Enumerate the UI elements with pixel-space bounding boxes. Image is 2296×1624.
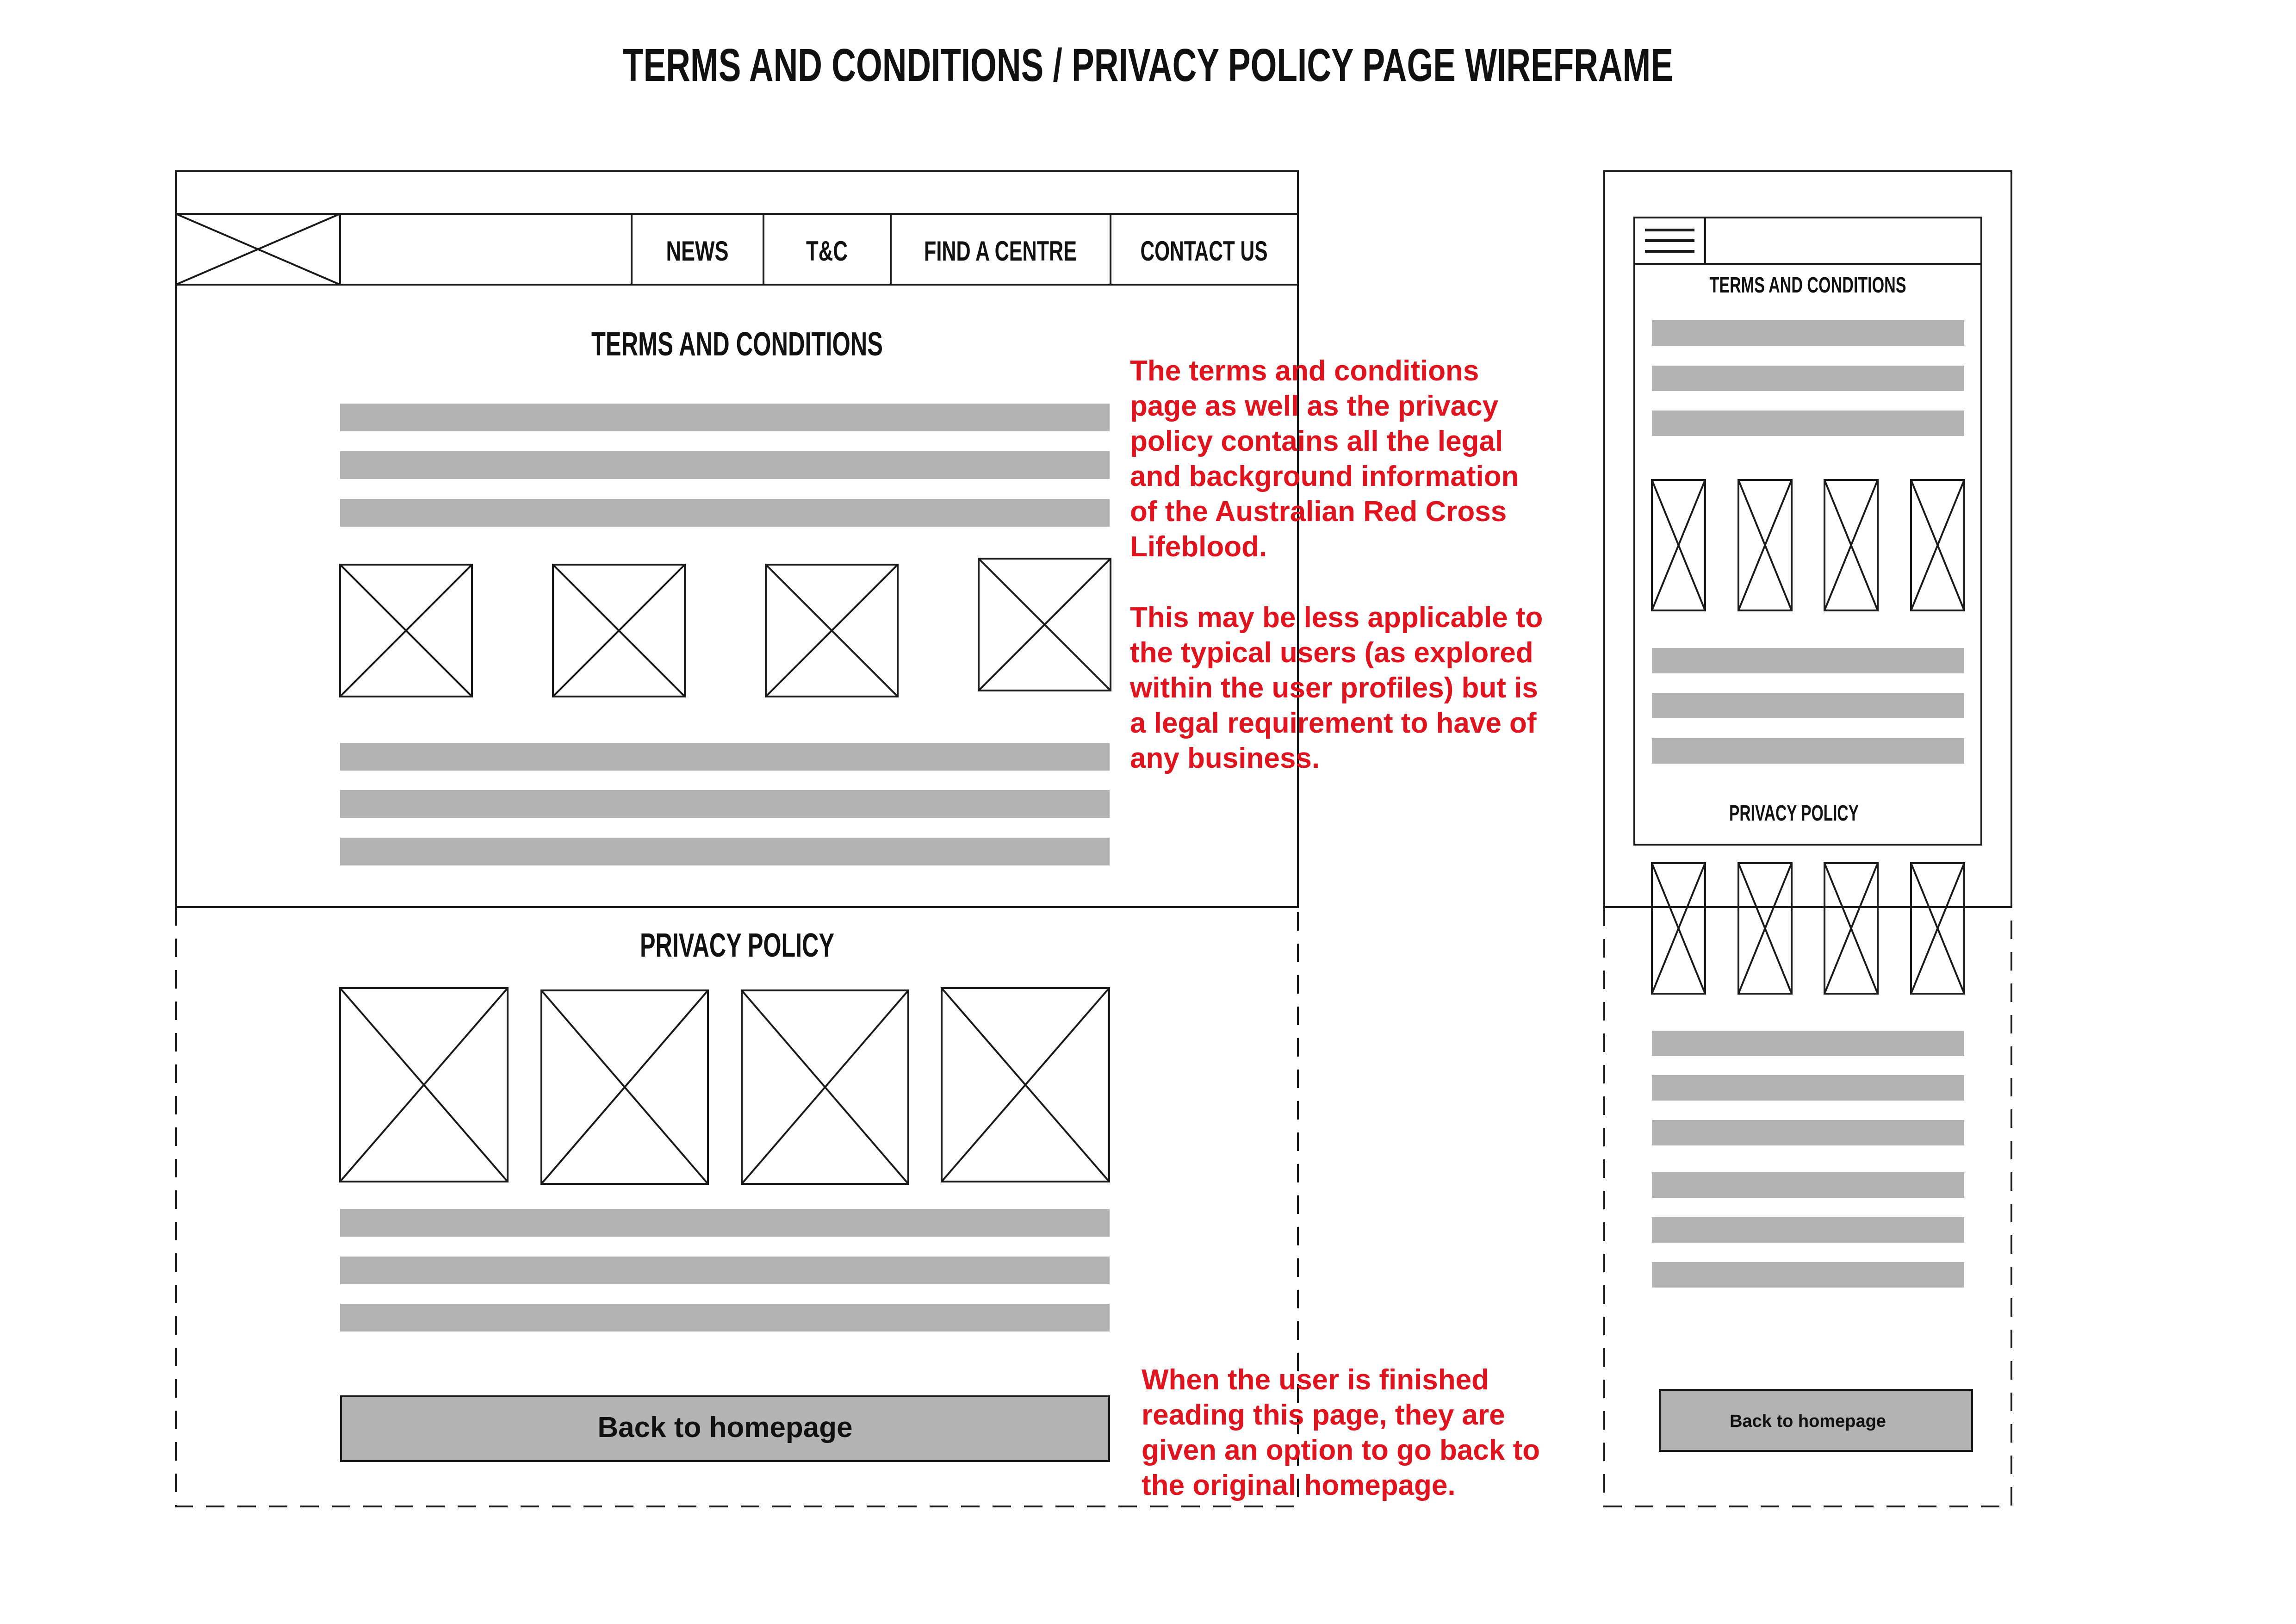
image-placeholder-icon: [1651, 862, 1706, 995]
annotation-line: This may be less applicable to: [1130, 602, 1543, 634]
desktop-terms-text-block-2: [340, 743, 1110, 865]
annotation-note-3: When the user is finished reading this p…: [1142, 1364, 1540, 1501]
annotation-line: When the user is finished: [1142, 1364, 1489, 1396]
text-placeholder-line: [1652, 693, 1964, 718]
annotation-line: page as well as the privacy: [1130, 390, 1499, 422]
text-placeholder-line: [1652, 411, 1964, 436]
logo-placeholder-icon[interactable]: [175, 213, 341, 286]
annotation-note-2: This may be less applicable to the typic…: [1129, 602, 1543, 774]
desktop-privacy-text-block: [340, 1209, 1110, 1332]
text-placeholder-line: [340, 451, 1110, 479]
page-title: TERMS AND CONDITIONS / PRIVACY POLICY PA…: [623, 39, 1673, 91]
image-placeholder-icon: [1824, 862, 1879, 995]
annotation-line: within the user profiles) but is: [1129, 672, 1538, 704]
mobile-back-to-homepage-button[interactable]: Back to homepage: [1659, 1389, 1973, 1452]
image-placeholder-icon: [941, 987, 1110, 1182]
image-placeholder-icon: [552, 564, 686, 697]
nav-item-news[interactable]: NEWS: [666, 236, 729, 267]
desktop-back-button-label: Back to homepage: [597, 1412, 852, 1444]
mobile-privacy-images: [1651, 862, 1965, 995]
text-placeholder-line: [340, 1304, 1110, 1332]
image-placeholder-icon: [1910, 479, 1965, 611]
image-placeholder-icon: [741, 989, 909, 1185]
text-placeholder-line: [1652, 1262, 1964, 1288]
text-placeholder-line: [340, 743, 1110, 771]
annotation-line: a legal requirement to have of: [1130, 707, 1537, 739]
desktop-nav: NEWS T&C FIND A CENTRE CONTACT US: [666, 236, 1268, 267]
mobile-privacy-text-block: [1652, 1031, 1964, 1288]
annotation-line: The terms and conditions: [1130, 355, 1479, 387]
annotation-line: Lifeblood.: [1130, 531, 1267, 563]
annotation-line: the original homepage.: [1142, 1469, 1456, 1501]
annotation-line: the typical users (as explored: [1130, 637, 1533, 669]
text-placeholder-line: [1652, 366, 1964, 391]
text-placeholder-line: [1652, 648, 1964, 673]
wireframe-canvas: TERMS AND CONDITIONS / PRIVACY POLICY PA…: [175, 39, 2012, 1507]
annotation-line: of the Australian Red Cross: [1130, 496, 1507, 528]
text-placeholder-line: [1652, 320, 1964, 346]
image-placeholder-icon: [540, 989, 709, 1185]
mobile-terms-images: [1651, 479, 1965, 611]
text-placeholder-line: [340, 499, 1110, 527]
nav-item-find-a-centre[interactable]: FIND A CENTRE: [924, 236, 1077, 267]
image-placeholder-icon: [1738, 862, 1793, 995]
image-placeholder-icon: [339, 987, 509, 1182]
text-placeholder-line: [1652, 1217, 1964, 1243]
nav-item-tc[interactable]: T&C: [806, 236, 848, 267]
image-placeholder-icon: [1824, 479, 1879, 611]
image-placeholder-icon: [1910, 862, 1965, 995]
image-placeholder-icon: [339, 564, 473, 697]
image-placeholder-icon: [765, 564, 899, 697]
text-placeholder-line: [1652, 1172, 1964, 1198]
nav-item-contact-us[interactable]: CONTACT US: [1141, 236, 1268, 267]
desktop-terms-images: [339, 558, 1111, 697]
image-placeholder-icon: [978, 558, 1111, 691]
text-placeholder-line: [340, 1209, 1110, 1237]
mobile-terms-heading: TERMS AND CONDITIONS: [1710, 273, 1906, 298]
annotation-line: policy contains all the legal: [1130, 425, 1503, 457]
image-placeholder-icon: [1651, 479, 1706, 611]
text-placeholder-line: [340, 838, 1110, 865]
mobile-terms-text-block-2: [1652, 648, 1964, 764]
text-placeholder-line: [340, 790, 1110, 818]
desktop-back-to-homepage-button[interactable]: Back to homepage: [340, 1395, 1110, 1462]
desktop-terms-text-block-1: [340, 404, 1110, 527]
desktop-terms-heading: TERMS AND CONDITIONS: [591, 326, 883, 363]
text-placeholder-line: [1652, 1120, 1964, 1145]
desktop-privacy-images: [339, 987, 1110, 1185]
annotation-line: any business.: [1130, 742, 1320, 774]
annotation-line: and background information: [1130, 460, 1519, 492]
image-placeholder-icon: [1738, 479, 1793, 611]
mobile-back-button-label: Back to homepage: [1730, 1412, 1886, 1431]
text-placeholder-line: [1652, 1031, 1964, 1056]
annotation-note-1: The terms and conditions page as well as…: [1130, 355, 1519, 563]
mobile-privacy-heading: PRIVACY POLICY: [1729, 801, 1859, 826]
text-placeholder-line: [340, 404, 1110, 431]
text-placeholder-line: [340, 1257, 1110, 1284]
hamburger-menu-icon[interactable]: [1645, 229, 1694, 253]
mobile-terms-text-block-1: [1652, 320, 1964, 436]
desktop-privacy-heading: PRIVACY POLICY: [640, 927, 834, 964]
annotation-line: reading this page, they are: [1142, 1399, 1505, 1431]
text-placeholder-line: [1652, 738, 1964, 764]
text-placeholder-line: [1652, 1075, 1964, 1101]
annotation-line: given an option to go back to: [1142, 1434, 1540, 1466]
